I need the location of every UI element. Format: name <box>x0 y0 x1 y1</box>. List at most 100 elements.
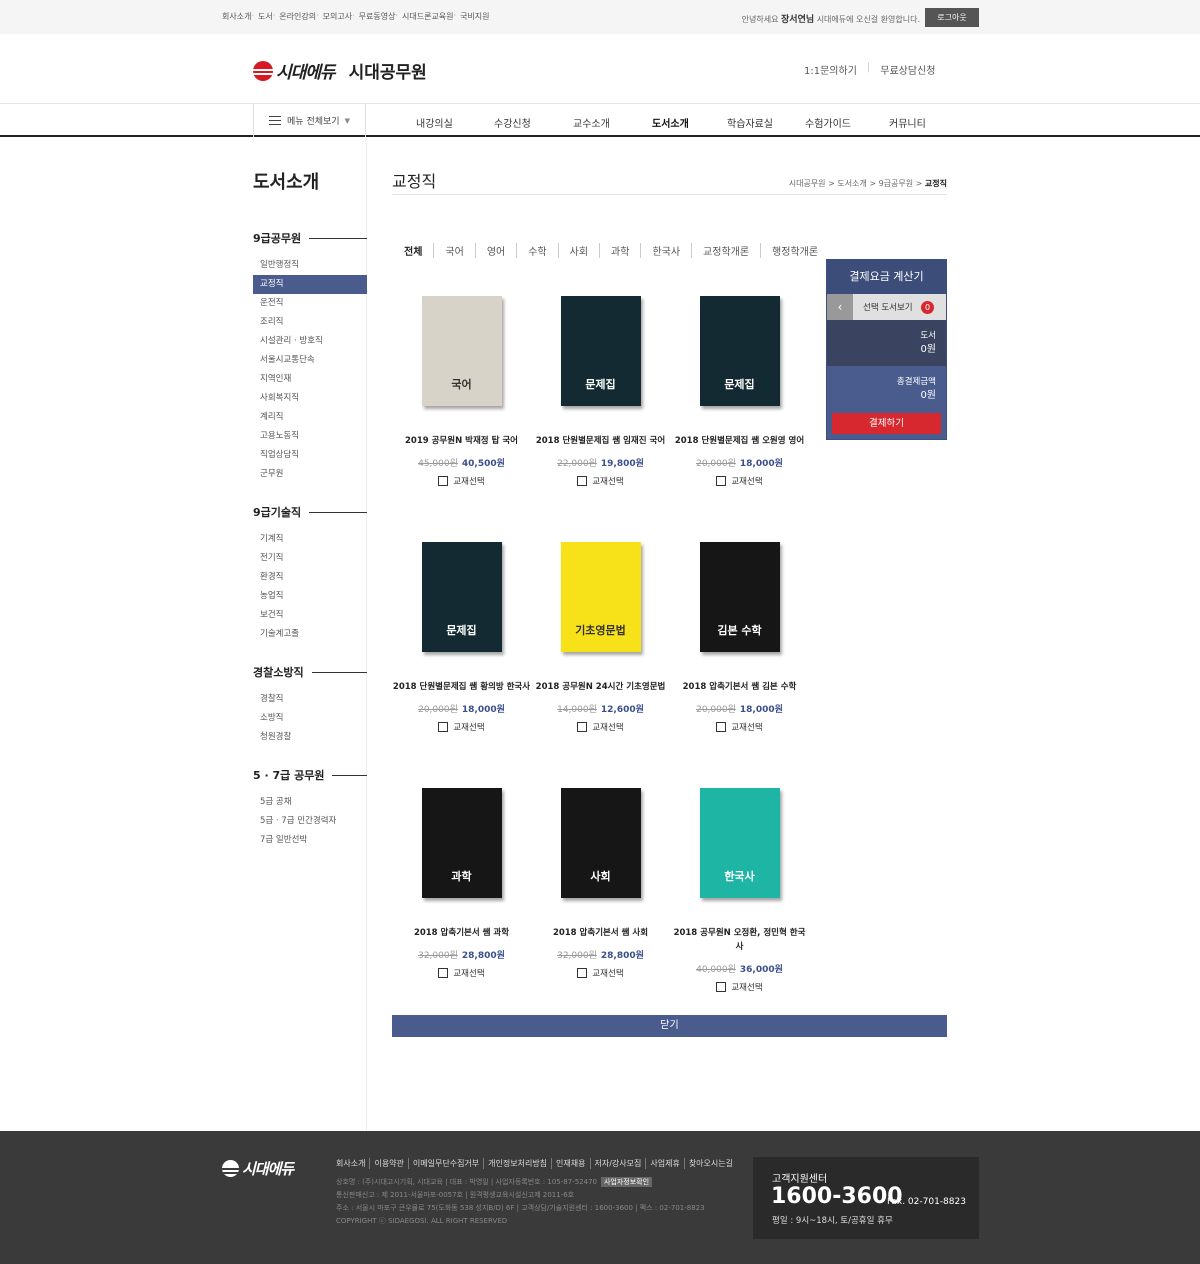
side-nav-item[interactable]: 운전직 <box>253 294 367 313</box>
book-title[interactable]: 2018 압축기본서 쌤 사회 <box>531 926 670 940</box>
category-tab[interactable]: 수학 <box>516 243 557 258</box>
nav-register[interactable]: 수강신청 <box>494 115 531 130</box>
select-book-checkbox[interactable]: 교재선택 <box>670 721 809 733</box>
category-tab[interactable]: 전체 <box>404 243 433 258</box>
book-cover[interactable]: 문제집 <box>560 296 641 406</box>
close-button[interactable]: 닫기 <box>392 1015 947 1037</box>
book-title[interactable]: 2018 공무원N 오정환, 정민혁 한국사 <box>670 926 809 954</box>
checkbox-icon[interactable] <box>438 722 449 732</box>
top-link-video[interactable]: 무료동영상 <box>359 11 396 22</box>
side-nav-item[interactable]: 군무원 <box>253 465 367 484</box>
side-nav-item[interactable]: 5급 · 7급 민간경력자 <box>253 812 367 831</box>
side-nav-item[interactable]: 5급 공채 <box>253 793 367 812</box>
side-nav-item[interactable]: 교정직 <box>253 275 367 294</box>
footer-link[interactable]: 사업제휴 <box>645 1158 683 1169</box>
book-cover[interactable]: 과학 <box>421 788 502 898</box>
checkbox-icon[interactable] <box>716 476 727 486</box>
checkbox-icon[interactable] <box>716 982 727 992</box>
nav-community[interactable]: 커뮤니티 <box>889 115 926 130</box>
side-nav-item[interactable]: 청원경찰 <box>253 728 367 747</box>
side-nav-item[interactable]: 일반행정직 <box>253 256 367 275</box>
nav-books[interactable]: 도서소개 <box>652 115 689 130</box>
select-book-checkbox[interactable]: 교재선택 <box>531 721 670 733</box>
site-logo[interactable]: 시대에듀 시대공무원 <box>253 58 427 83</box>
breadcrumb-item[interactable]: 시대공무원 <box>789 179 826 188</box>
book-cover[interactable]: 한국사 <box>699 788 780 898</box>
top-link-mock[interactable]: 모의고사 <box>323 11 352 22</box>
select-book-checkbox[interactable]: 교재선택 <box>392 475 531 487</box>
footer-link[interactable]: 회사소개 <box>336 1158 369 1169</box>
breadcrumb-item[interactable]: 도서소개 <box>837 179 866 188</box>
all-menu-button[interactable]: 메뉴 전체보기 ▼ <box>253 104 366 137</box>
side-nav-item[interactable]: 농업직 <box>253 587 367 606</box>
book-title[interactable]: 2018 단원별문제집 쌤 오원영 영어 <box>670 434 809 448</box>
side-nav-item[interactable]: 지역인재 <box>253 370 367 389</box>
side-nav-item[interactable]: 계리직 <box>253 408 367 427</box>
selected-books-toggle[interactable]: ‹ 선택 도서보기 0 <box>827 294 946 320</box>
side-nav-item[interactable]: 보건직 <box>253 606 367 625</box>
book-title[interactable]: 2018 단원별문제집 쌤 임재진 국어 <box>531 434 670 448</box>
consult-link[interactable]: 무료상담신청 <box>880 62 935 77</box>
select-book-checkbox[interactable]: 교재선택 <box>392 721 531 733</box>
inquiry-link[interactable]: 1:1문의하기 <box>804 62 857 77</box>
side-nav-item[interactable]: 기계직 <box>253 530 367 549</box>
select-book-checkbox[interactable]: 교재선택 <box>670 981 809 993</box>
footer-link[interactable]: 이메일무단수집거부 <box>407 1158 483 1169</box>
book-cover[interactable]: 문제집 <box>699 296 780 406</box>
book-title[interactable]: 2018 공무원N 24시간 기초영문법 <box>531 680 670 694</box>
category-tab[interactable]: 국어 <box>433 243 474 258</box>
breadcrumb-item[interactable]: 9급공무원 <box>879 179 914 188</box>
business-info-button[interactable]: 사업자정보확인 <box>600 1177 653 1187</box>
top-link-company[interactable]: 회사소개 <box>222 11 251 22</box>
nav-materials[interactable]: 학습자료실 <box>727 115 773 130</box>
checkbox-icon[interactable] <box>577 968 588 978</box>
select-book-checkbox[interactable]: 교재선택 <box>670 475 809 487</box>
book-cover[interactable]: 김본 수학 <box>699 542 780 652</box>
side-nav-item[interactable]: 7급 일반선박 <box>253 831 367 850</box>
category-tab[interactable]: 사회 <box>557 243 599 258</box>
side-nav-item[interactable]: 조리직 <box>253 313 367 332</box>
side-nav-item[interactable]: 소방직 <box>253 709 367 728</box>
book-cover[interactable]: 기초영문법 <box>560 542 641 652</box>
top-link-books[interactable]: 도서 <box>258 11 273 22</box>
checkbox-icon[interactable] <box>438 968 449 978</box>
side-nav-item[interactable]: 환경직 <box>253 568 367 587</box>
select-book-checkbox[interactable]: 교재선택 <box>531 475 670 487</box>
side-nav-item[interactable]: 시설관리 · 방호직 <box>253 332 367 351</box>
nav-guide[interactable]: 수험가이드 <box>805 115 851 130</box>
category-tab[interactable]: 행정학개론 <box>760 243 829 258</box>
side-nav-item[interactable]: 고용노동직 <box>253 427 367 446</box>
book-cover[interactable]: 사회 <box>560 788 641 898</box>
side-nav-item[interactable]: 경찰직 <box>253 690 367 709</box>
checkbox-icon[interactable] <box>716 722 727 732</box>
chevron-left-icon[interactable]: ‹ <box>827 294 853 320</box>
book-title[interactable]: 2019 공무원N 박재정 탑 국어 <box>392 434 531 448</box>
side-nav-item[interactable]: 직업상담직 <box>253 446 367 465</box>
checkbox-icon[interactable] <box>438 476 449 486</box>
book-cover[interactable]: 국어 <box>421 296 502 406</box>
footer-link[interactable]: 인재채용 <box>551 1158 589 1169</box>
footer-link[interactable]: 찾아오시는길 <box>683 1158 737 1169</box>
side-nav-item[interactable]: 서울시교통단속 <box>253 351 367 370</box>
select-book-checkbox[interactable]: 교재선택 <box>531 967 670 979</box>
category-tab[interactable]: 영어 <box>474 243 516 258</box>
book-cover[interactable]: 문제집 <box>421 542 502 652</box>
footer-link[interactable]: 저자/강사모집 <box>589 1158 646 1169</box>
side-nav-item[interactable]: 사회복지직 <box>253 389 367 408</box>
logout-button[interactable]: 로그아웃 <box>925 8 979 27</box>
footer-link[interactable]: 개인정보처리방침 <box>483 1158 551 1169</box>
category-tab[interactable]: 과학 <box>599 243 640 258</box>
top-link-online[interactable]: 온라인강의 <box>279 11 316 22</box>
side-nav-item[interactable]: 기술계고졸 <box>253 625 367 644</box>
select-book-checkbox[interactable]: 교재선택 <box>392 967 531 979</box>
top-link-support[interactable]: 국비지원 <box>460 11 489 22</box>
checkbox-icon[interactable] <box>577 476 588 486</box>
book-title[interactable]: 2018 단원별문제집 쌤 황의방 한국사 <box>392 680 531 694</box>
book-title[interactable]: 2018 압축기본서 쌤 과학 <box>392 926 531 940</box>
pay-button[interactable]: 결제하기 <box>832 413 941 434</box>
nav-professors[interactable]: 교수소개 <box>573 115 610 130</box>
book-title[interactable]: 2018 압축기본서 쌤 김본 수학 <box>670 680 809 694</box>
top-link-drone[interactable]: 시대드론교육원 <box>402 11 454 22</box>
nav-my-lecture[interactable]: 내강의실 <box>416 115 453 130</box>
footer-link[interactable]: 이용약관 <box>369 1158 407 1169</box>
